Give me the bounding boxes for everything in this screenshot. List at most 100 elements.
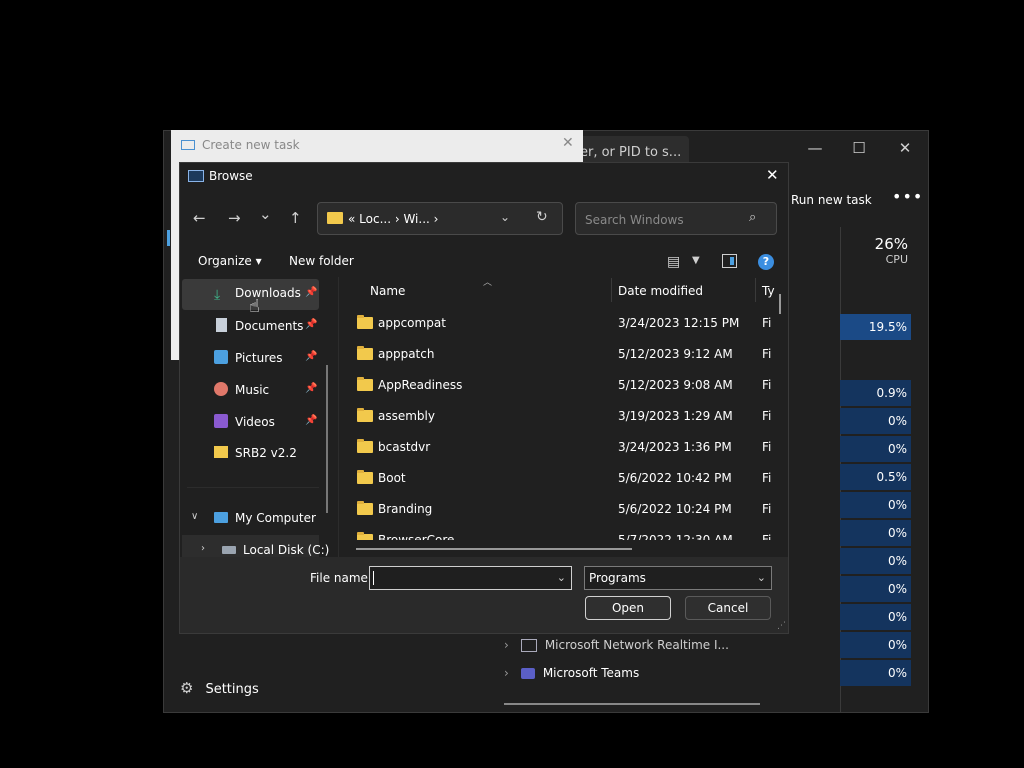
- back-arrow-icon[interactable]: ←: [193, 209, 206, 227]
- file-row[interactable]: Boot 5/6/2022 10:42 PM Fi: [355, 466, 775, 492]
- chevron-right-icon[interactable]: ›: [201, 543, 205, 554]
- music-icon: [214, 382, 228, 396]
- chevron-down-icon[interactable]: ⌄: [757, 571, 766, 584]
- close-button[interactable]: ✕: [890, 139, 920, 157]
- search-input[interactable]: [583, 210, 737, 230]
- horizontal-scrollbar[interactable]: [504, 703, 760, 705]
- maximize-button[interactable]: ☐: [844, 139, 874, 157]
- recent-locations-icon[interactable]: ⌄: [259, 205, 272, 223]
- cpu-cell: 0.9%: [840, 380, 911, 406]
- file-row[interactable]: Branding 5/6/2022 10:24 PM Fi: [355, 497, 775, 523]
- nav-item-documents[interactable]: Documents 📌: [214, 318, 317, 338]
- nav-item-label: Downloads: [235, 286, 301, 300]
- file-type: Fi: [762, 347, 772, 361]
- file-row[interactable]: assembly 3/19/2023 1:29 AM Fi: [355, 404, 775, 430]
- view-options-icon[interactable]: ▤: [667, 254, 683, 270]
- file-row[interactable]: apppatch 5/12/2023 9:12 AM Fi: [355, 342, 775, 368]
- nav-item-label: Documents: [235, 319, 304, 333]
- close-icon[interactable]: ✕: [562, 135, 574, 151]
- videos-icon: [214, 414, 228, 428]
- column-header-date-modified[interactable]: Date modified: [618, 284, 703, 298]
- file-date: 3/19/2023 1:29 AM: [618, 409, 733, 423]
- sort-ascending-icon: ︿: [483, 278, 493, 288]
- download-icon: ⤓: [214, 287, 221, 303]
- help-icon[interactable]: ?: [758, 254, 774, 270]
- search-icon: ⌕: [749, 210, 757, 225]
- forward-arrow-icon[interactable]: →: [228, 209, 241, 227]
- nav-item-label: Videos: [235, 415, 275, 429]
- chevron-down-icon[interactable]: ⌄: [500, 210, 510, 224]
- more-options-button[interactable]: •••: [892, 187, 923, 206]
- nav-item-videos[interactable]: Videos 📌: [214, 414, 317, 434]
- up-arrow-icon[interactable]: ↑: [289, 209, 302, 227]
- file-row[interactable]: appcompat 3/24/2023 12:15 PM Fi: [355, 311, 775, 337]
- resize-grip-icon[interactable]: ⋰: [777, 621, 786, 631]
- file-date: 5/12/2023 9:12 AM: [618, 347, 733, 361]
- open-button[interactable]: Open: [585, 596, 671, 620]
- nav-pane-scrollbar[interactable]: [326, 365, 328, 513]
- breadcrumb[interactable]: « Loc... › Wi... ›: [348, 212, 438, 226]
- file-date: 3/24/2023 12:15 PM: [618, 316, 740, 330]
- create-new-task-title: Create new task: [202, 138, 300, 152]
- nav-item-label: Music: [235, 383, 270, 397]
- file-type-select[interactable]: Programs ⌄: [584, 566, 772, 590]
- pin-icon[interactable]: 📌: [305, 351, 317, 362]
- preview-pane-icon[interactable]: [722, 254, 737, 268]
- column-separator[interactable]: [755, 278, 756, 302]
- browse-dialog-title: Browse: [209, 169, 253, 183]
- nav-separator: [187, 487, 319, 488]
- refresh-icon[interactable]: ↻: [536, 209, 548, 225]
- file-name: appcompat: [378, 316, 446, 330]
- new-folder-button[interactable]: New folder: [289, 254, 354, 268]
- nav-item-local-disk[interactable]: Local Disk (C:): [222, 543, 329, 557]
- cpu-cell: 0%: [840, 520, 911, 546]
- file-name-input[interactable]: [373, 569, 552, 589]
- close-button[interactable]: ✕: [766, 166, 779, 184]
- chevron-right-icon[interactable]: ›: [504, 666, 509, 680]
- nav-item-label: Pictures: [235, 351, 283, 365]
- nav-item-music[interactable]: Music 📌: [214, 382, 317, 402]
- chevron-down-icon[interactable]: ⌄: [557, 571, 566, 584]
- settings-nav-item[interactable]: ⚙ Settings: [180, 679, 259, 697]
- cancel-button[interactable]: Cancel: [685, 596, 771, 620]
- column-separator[interactable]: [611, 278, 612, 302]
- column-header-name[interactable]: Name: [370, 284, 405, 298]
- pin-icon[interactable]: 📌: [305, 383, 317, 394]
- column-header-type[interactable]: Ty: [762, 284, 775, 298]
- file-type: Fi: [762, 378, 772, 392]
- chevron-down-icon[interactable]: ∨: [191, 511, 198, 522]
- minimize-button[interactable]: —: [800, 139, 830, 157]
- file-name: AppReadiness: [378, 378, 463, 392]
- file-name: Boot: [378, 471, 406, 485]
- pin-icon[interactable]: 📌: [305, 287, 317, 298]
- nav-item-label: Local Disk (C:): [243, 543, 330, 557]
- search-box[interactable]: ⌕: [575, 202, 777, 235]
- file-row[interactable]: AppReadiness 5/12/2023 9:08 AM Fi: [355, 373, 775, 399]
- file-list-vertical-scrollbar[interactable]: [779, 294, 781, 314]
- folder-icon: [327, 212, 343, 224]
- nav-item-pictures[interactable]: Pictures 📌: [214, 350, 317, 370]
- cpu-column-header[interactable]: 26% CPU: [840, 227, 928, 273]
- nav-item-label: SRB2 v2.2: [235, 446, 297, 460]
- run-dialog-icon: [181, 140, 195, 150]
- pictures-icon: [214, 350, 228, 364]
- file-row[interactable]: bcastdvr 3/24/2023 1:36 PM Fi: [355, 435, 775, 461]
- computer-icon: [214, 512, 228, 523]
- nav-item-my-computer[interactable]: My Computer: [214, 511, 316, 525]
- file-list-horizontal-scrollbar[interactable]: [356, 548, 632, 550]
- folder-icon: [357, 346, 373, 360]
- chevron-down-icon[interactable]: ▼: [692, 255, 700, 266]
- address-bar[interactable]: « Loc... › Wi... › ⌄ ↻: [317, 202, 563, 235]
- organize-button[interactable]: Organize ▾: [198, 254, 262, 268]
- file-name-combobox[interactable]: ⌄: [369, 566, 572, 590]
- process-row[interactable]: › Microsoft Network Realtime I...: [504, 632, 729, 658]
- nav-item-srb2[interactable]: SRB2 v2.2: [214, 446, 297, 466]
- process-name: Microsoft Network Realtime I...: [544, 638, 729, 652]
- chevron-right-icon[interactable]: ›: [504, 638, 509, 652]
- pin-icon[interactable]: 📌: [305, 415, 317, 426]
- run-new-task-button[interactable]: Run new task: [791, 193, 872, 207]
- pin-icon[interactable]: 📌: [305, 319, 317, 330]
- process-row[interactable]: › Microsoft Teams: [504, 660, 639, 686]
- pane-divider[interactable]: [338, 277, 339, 557]
- folder-icon: [357, 501, 373, 515]
